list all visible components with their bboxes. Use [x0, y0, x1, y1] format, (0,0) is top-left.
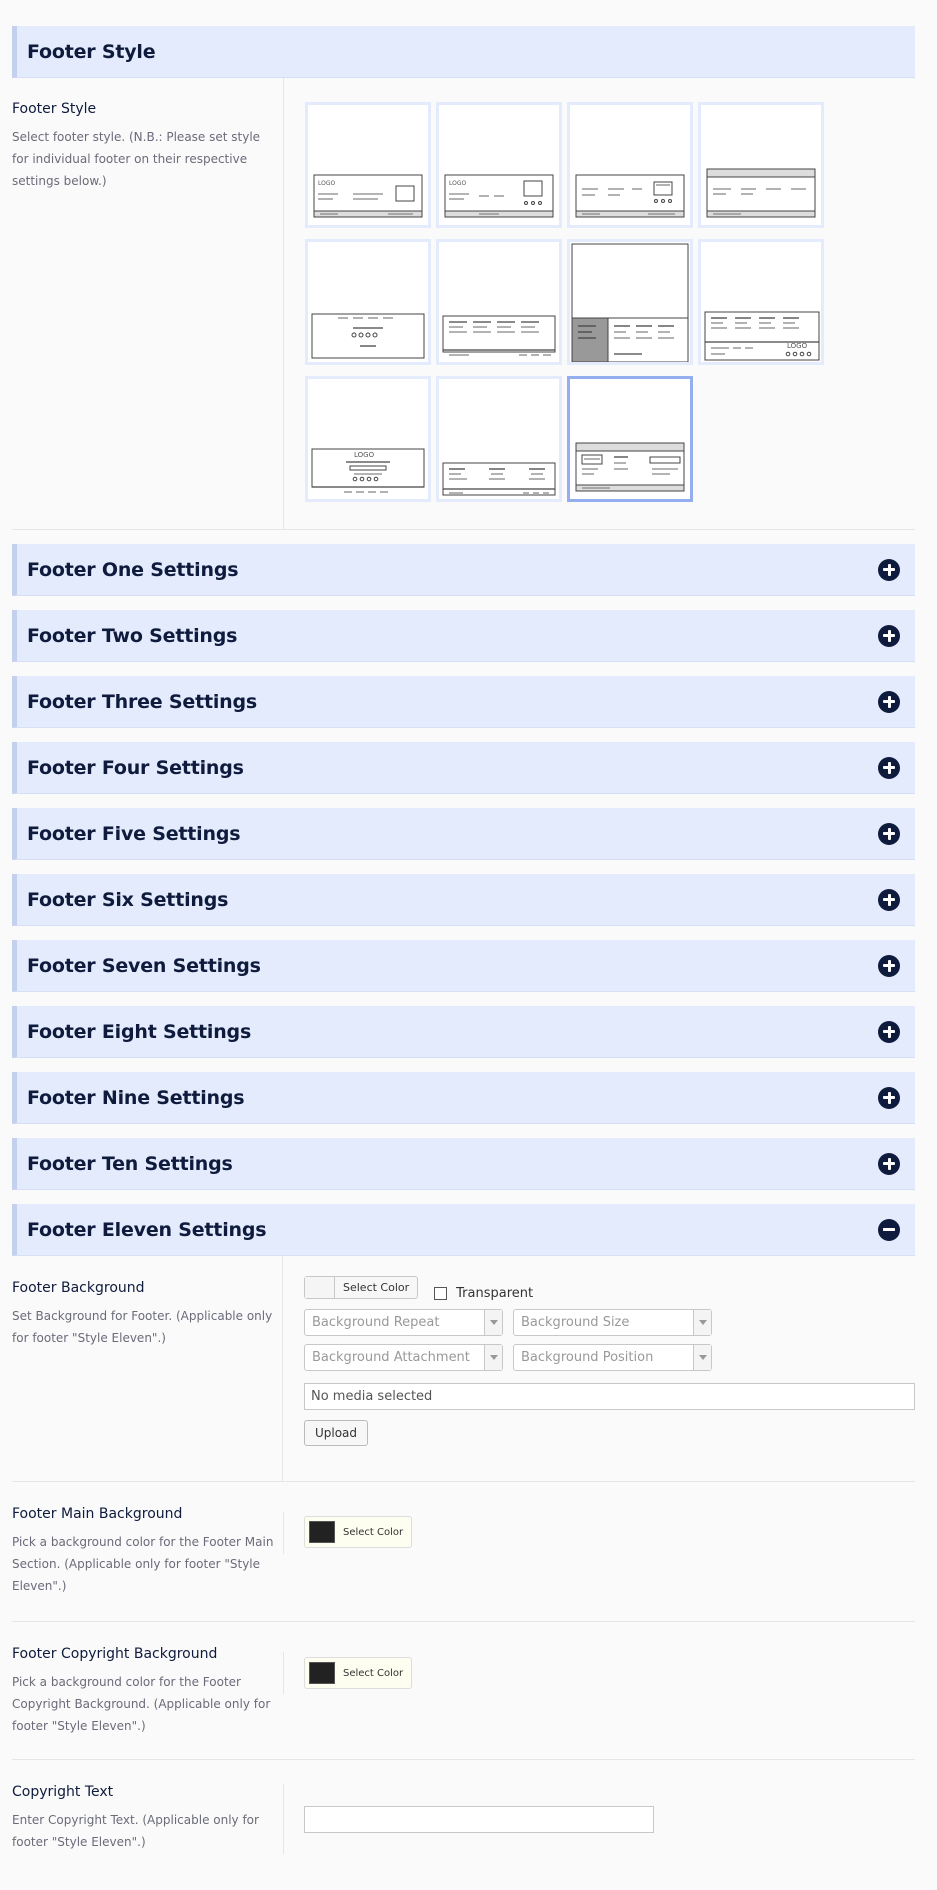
media-url-input[interactable]: No media selected	[304, 1383, 915, 1410]
accordion-header[interactable]: Footer Three Settings	[12, 676, 915, 728]
accordion-header[interactable]: Footer Nine Settings	[12, 1072, 915, 1124]
footer-style-picker: LOGO LOGO LOGO LOGO	[305, 102, 915, 502]
field-title: Footer Background	[12, 1280, 145, 1296]
field-description: Select footer style. (N.B.: Please set s…	[12, 130, 261, 188]
svg-text:LOGO: LOGO	[787, 342, 808, 350]
accordion-header[interactable]: Footer One Settings	[12, 544, 915, 596]
plus-circle-icon[interactable]	[878, 690, 900, 713]
color-swatch	[305, 1277, 335, 1298]
background-attachment-select[interactable]: Background Attachment	[304, 1344, 503, 1371]
select-placeholder: Background Attachment	[312, 1350, 470, 1365]
upload-label: Upload	[314, 1426, 358, 1440]
select-color-button[interactable]: Select Color	[304, 1276, 419, 1299]
svg-text:LOGO: LOGO	[449, 180, 467, 187]
section-title: Footer Style	[27, 40, 156, 63]
accordion-title: Footer Six Settings	[27, 888, 229, 911]
plus-circle-icon[interactable]	[878, 624, 900, 647]
select-color-label: Select Color	[343, 1667, 404, 1679]
background-position-select[interactable]: Background Position	[513, 1344, 712, 1371]
plus-circle-icon[interactable]	[878, 954, 900, 977]
minus-circle-icon[interactable]	[878, 1218, 900, 1241]
footer-style-option[interactable]	[567, 376, 693, 502]
field-description: Pick a background color for the Footer M…	[12, 1535, 274, 1593]
footer-style-option[interactable]	[436, 239, 562, 365]
accordion-title: Footer One Settings	[27, 558, 239, 581]
color-swatch	[309, 1662, 335, 1684]
footer-copyright-background-field: Footer Copyright Background Pick a backg…	[12, 1622, 915, 1760]
plus-circle-icon[interactable]	[878, 1020, 900, 1043]
select-placeholder: Background Position	[521, 1350, 654, 1365]
footer-style-section-header: Footer Style	[12, 26, 915, 78]
footer-style-option[interactable]: LOGO	[698, 239, 824, 365]
accordion-header[interactable]: Footer Two Settings	[12, 610, 915, 662]
field-title: Footer Main Background	[12, 1506, 183, 1522]
checkbox-box[interactable]	[434, 1287, 448, 1300]
footer-eleven-panel: Footer Background Set Background for Foo…	[12, 1256, 915, 1870]
upload-button[interactable]: Upload	[304, 1420, 368, 1446]
footer-style-option[interactable]	[698, 102, 824, 228]
field-description: Set Background for Footer. (Applicable o…	[12, 1309, 273, 1345]
field-title: Footer Style	[12, 101, 97, 117]
accordion-title: Footer Nine Settings	[27, 1086, 245, 1109]
background-repeat-select[interactable]: Background Repeat	[304, 1309, 503, 1336]
media-status-text: No media selected	[311, 1389, 433, 1404]
select-color-label: Select Color	[343, 1281, 410, 1294]
plus-circle-icon[interactable]	[878, 822, 900, 845]
accordion-header[interactable]: Footer Eight Settings	[12, 1006, 915, 1058]
accordion-title: Footer Two Settings	[27, 624, 238, 647]
background-size-select[interactable]: Background Size	[513, 1309, 712, 1336]
svg-text:LOGO: LOGO	[318, 180, 336, 187]
accordion-title: Footer Ten Settings	[27, 1152, 233, 1175]
accordion-header[interactable]: Footer Eleven Settings	[12, 1204, 915, 1256]
select-placeholder: Background Repeat	[312, 1315, 440, 1330]
accordion-title: Footer Three Settings	[27, 690, 257, 713]
footer-style-option[interactable]	[436, 376, 562, 502]
footer-style-field: Footer Style Select footer style. (N.B.:…	[12, 78, 915, 530]
footer-background-field: Footer Background Set Background for Foo…	[12, 1256, 915, 1482]
field-description: Enter Copyright Text. (Applicable only f…	[12, 1813, 259, 1849]
footer-style-option[interactable]: LOGO	[305, 376, 431, 502]
accordion-title: Footer Five Settings	[27, 822, 241, 845]
select-placeholder: Background Size	[521, 1315, 630, 1330]
plus-circle-icon[interactable]	[878, 756, 900, 779]
accordion-title: Footer Eight Settings	[27, 1020, 252, 1043]
select-color-button[interactable]: Select Color	[304, 1657, 413, 1689]
plus-circle-icon[interactable]	[878, 1086, 900, 1109]
plus-circle-icon[interactable]	[878, 888, 900, 911]
footer-style-option[interactable]: LOGO	[436, 102, 562, 228]
accordion-title: Footer Four Settings	[27, 756, 244, 779]
plus-circle-icon[interactable]	[878, 1152, 900, 1175]
footer-style-option[interactable]	[305, 239, 431, 365]
plus-circle-icon[interactable]	[878, 558, 900, 581]
copyright-text-input[interactable]	[304, 1806, 654, 1833]
transparent-checkbox[interactable]: Transparent	[434, 1286, 533, 1301]
footer-settings-accordion: Footer One Settings Footer Two Settings Fo…	[12, 544, 915, 1256]
accordion-title: Footer Eleven Settings	[27, 1218, 267, 1241]
field-title: Footer Copyright Background	[12, 1646, 218, 1662]
select-color-label: Select Color	[343, 1526, 404, 1538]
field-title: Copyright Text	[12, 1784, 114, 1800]
select-color-button[interactable]: Select Color	[304, 1516, 413, 1548]
chevron-down-icon	[484, 1345, 502, 1370]
chevron-down-icon	[693, 1345, 711, 1370]
accordion-header[interactable]: Footer Four Settings	[12, 742, 915, 794]
chevron-down-icon	[693, 1310, 711, 1335]
accordion-header[interactable]: Footer Five Settings	[12, 808, 915, 860]
footer-style-option[interactable]	[567, 102, 693, 228]
chevron-down-icon	[484, 1310, 502, 1335]
accordion-header[interactable]: Footer Six Settings	[12, 874, 915, 926]
footer-style-option[interactable]	[567, 239, 693, 365]
field-description: Pick a background color for the Footer C…	[12, 1675, 271, 1733]
footer-style-option[interactable]: LOGO	[305, 102, 431, 228]
accordion-header[interactable]: Footer Ten Settings	[12, 1138, 915, 1190]
color-swatch	[309, 1521, 335, 1543]
copyright-text-field: Copyright Text Enter Copyright Text. (Ap…	[12, 1760, 915, 1870]
accordion-header[interactable]: Footer Seven Settings	[12, 940, 915, 992]
accordion-title: Footer Seven Settings	[27, 954, 261, 977]
transparent-label: Transparent	[456, 1286, 534, 1301]
footer-main-background-field: Footer Main Background Pick a background…	[12, 1482, 915, 1622]
svg-text:LOGO: LOGO	[354, 451, 375, 459]
